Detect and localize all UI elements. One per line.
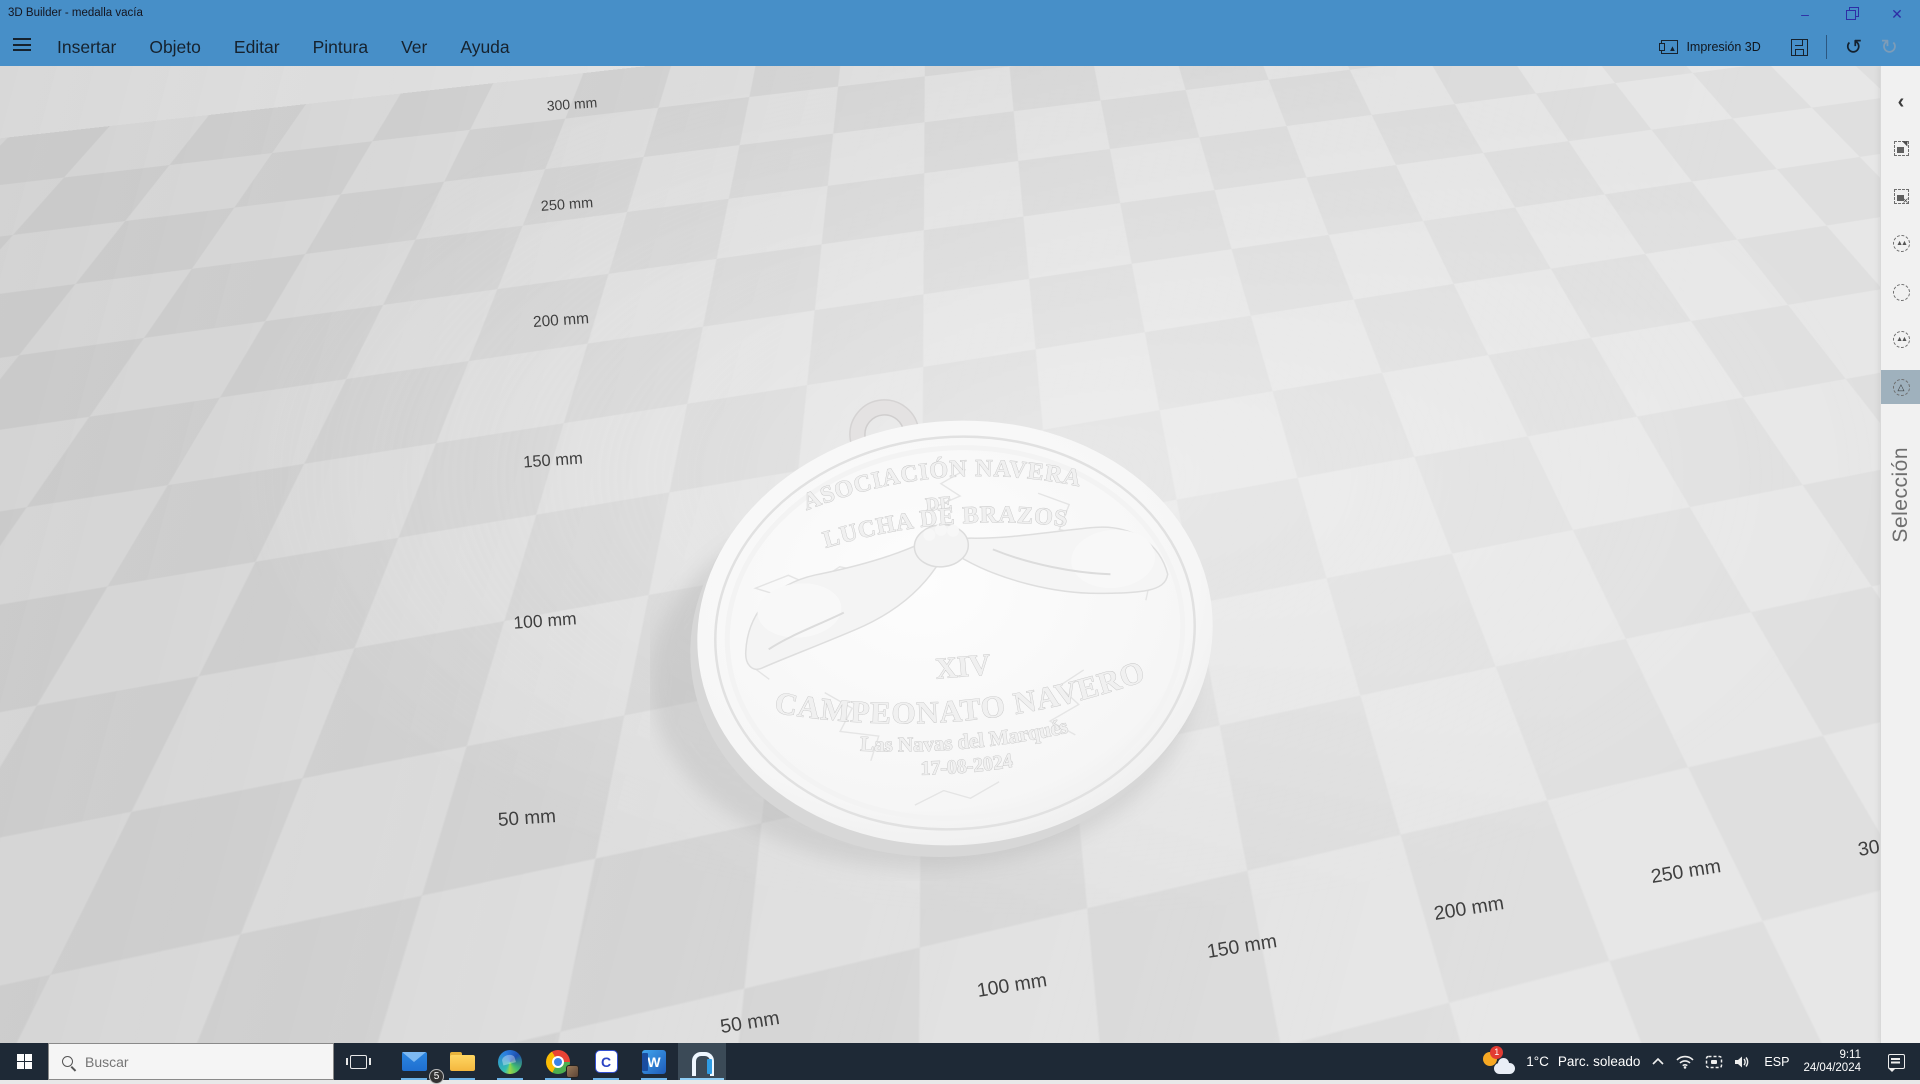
restore-button[interactable] — [1828, 0, 1874, 28]
minimize-icon: – — [1801, 6, 1809, 22]
wifi-icon[interactable] — [1676, 1055, 1694, 1069]
task-view-icon — [350, 1055, 367, 1069]
menu-ayuda[interactable]: Ayuda — [460, 37, 509, 58]
builder-3d-icon — [692, 1050, 712, 1074]
weather-badge: 1 — [1490, 1046, 1503, 1059]
select-objects-icon: ▲▲ — [1893, 235, 1910, 252]
speaker-icon[interactable] — [1734, 1055, 1750, 1069]
close-button[interactable]: ✕ — [1874, 0, 1920, 28]
select-objects-button[interactable]: ▲▲ — [1881, 226, 1920, 260]
panel-collapse-button[interactable]: ‹ — [1881, 85, 1920, 119]
task-view-button[interactable] — [334, 1043, 382, 1080]
chrome-profile-badge — [566, 1065, 579, 1078]
windows-logo-icon — [17, 1054, 32, 1069]
select-add-button[interactable] — [1881, 131, 1920, 165]
tray-connect-icon[interactable] — [1705, 1055, 1723, 1069]
medal-model[interactable]: ASOCIACIÓN NAVERA DE LUCHA DE BRAZOS XIV… — [650, 381, 1270, 881]
menu-editar[interactable]: Editar — [234, 37, 280, 58]
menubar: Insertar Objeto Editar Pintura Ver Ayuda… — [0, 28, 1920, 66]
select-remove-icon — [1894, 189, 1909, 204]
select-group-button[interactable]: ▲▲ — [1881, 322, 1920, 356]
clock-date: 24/04/2024 — [1803, 1062, 1861, 1074]
redo-button: ↻ — [1880, 37, 1898, 58]
clipchamp-icon: C — [595, 1050, 618, 1073]
search-icon — [62, 1056, 73, 1067]
select-triangle-icon: △ — [1893, 379, 1910, 396]
selection-panel: ‹ ▲▲ ▲▲ △ Selección — [1880, 66, 1920, 1043]
ruler-label: 100 mm — [513, 608, 578, 633]
file-explorer-icon — [450, 1052, 475, 1071]
printer-3d-icon — [1661, 40, 1678, 54]
cloud-icon — [1494, 1063, 1515, 1074]
taskbar-app-explorer[interactable] — [438, 1043, 486, 1080]
print-3d-button[interactable]: Impresión 3D — [1661, 40, 1760, 54]
hamburger-menu-icon[interactable] — [13, 38, 31, 52]
minimize-button[interactable]: – — [1782, 0, 1828, 28]
close-icon: ✕ — [1891, 6, 1903, 23]
menu-objeto[interactable]: Objeto — [149, 37, 201, 58]
app-chrome: 3D Builder - medalla vacía – ✕ Insertar … — [0, 0, 1920, 66]
medal-text-xiv: XIV — [934, 648, 992, 686]
viewport-3d[interactable]: 300 mm 250 mm 200 mm 150 mm 100 mm 50 mm… — [0, 66, 1920, 1043]
tray-clock[interactable]: 9:11 24/04/2024 — [1803, 1049, 1865, 1075]
menu-insertar[interactable]: Insertar — [57, 37, 116, 58]
tray-chevron-up-icon[interactable] — [1651, 1057, 1665, 1066]
taskbar-search[interactable] — [48, 1043, 334, 1080]
mail-icon — [402, 1052, 427, 1071]
titlebar: 3D Builder - medalla vacía – ✕ — [0, 0, 1920, 28]
taskbar-app-mail[interactable]: 5 — [390, 1043, 438, 1080]
system-tray: 1 1°C Parc. soleado ESP 9:11 24/04/2024 — [1481, 1043, 1920, 1080]
start-button[interactable] — [0, 1043, 48, 1080]
save-button[interactable] — [1791, 39, 1808, 56]
select-none-button[interactable] — [1881, 275, 1920, 309]
edge-icon — [498, 1050, 522, 1074]
toolbar-separator — [1826, 35, 1827, 59]
action-center-button[interactable] — [1876, 1043, 1916, 1080]
language-indicator[interactable]: ESP — [1761, 1055, 1792, 1069]
chevron-left-icon: ‹ — [1898, 91, 1905, 114]
weather-widget[interactable]: 1 — [1481, 1050, 1515, 1074]
weather-temp[interactable]: 1°C — [1526, 1054, 1549, 1069]
undo-button[interactable]: ↺ — [1845, 37, 1863, 58]
taskbar-app-clipchamp[interactable]: C — [582, 1043, 630, 1080]
taskbar-app-word[interactable]: W — [630, 1043, 678, 1080]
word-icon: W — [642, 1050, 666, 1074]
menu-ver[interactable]: Ver — [401, 37, 427, 58]
ruler-label: 50 mm — [497, 806, 556, 832]
restore-icon — [1846, 9, 1857, 20]
menu-pintura[interactable]: Pintura — [313, 37, 368, 58]
action-center-icon — [1888, 1054, 1905, 1069]
taskbar-app-chrome[interactable] — [534, 1043, 582, 1080]
taskbar: 5 C W 1 1°C Parc. soleado — [0, 1043, 1920, 1080]
select-group-icon: ▲▲ — [1893, 331, 1910, 348]
taskbar-app-3d-builder[interactable] — [678, 1043, 726, 1080]
select-none-icon — [1893, 284, 1910, 301]
window-title: 3D Builder - medalla vacía — [8, 7, 143, 19]
selection-panel-label: Selección — [1881, 415, 1920, 575]
select-remove-button[interactable] — [1881, 179, 1920, 213]
select-add-icon — [1894, 141, 1909, 156]
clock-time: 9:11 — [1839, 1049, 1861, 1061]
taskbar-app-edge[interactable] — [486, 1043, 534, 1080]
search-input[interactable] — [85, 1054, 305, 1070]
select-triangle-button[interactable]: △ — [1881, 370, 1920, 404]
weather-desc[interactable]: Parc. soleado — [1558, 1054, 1641, 1069]
